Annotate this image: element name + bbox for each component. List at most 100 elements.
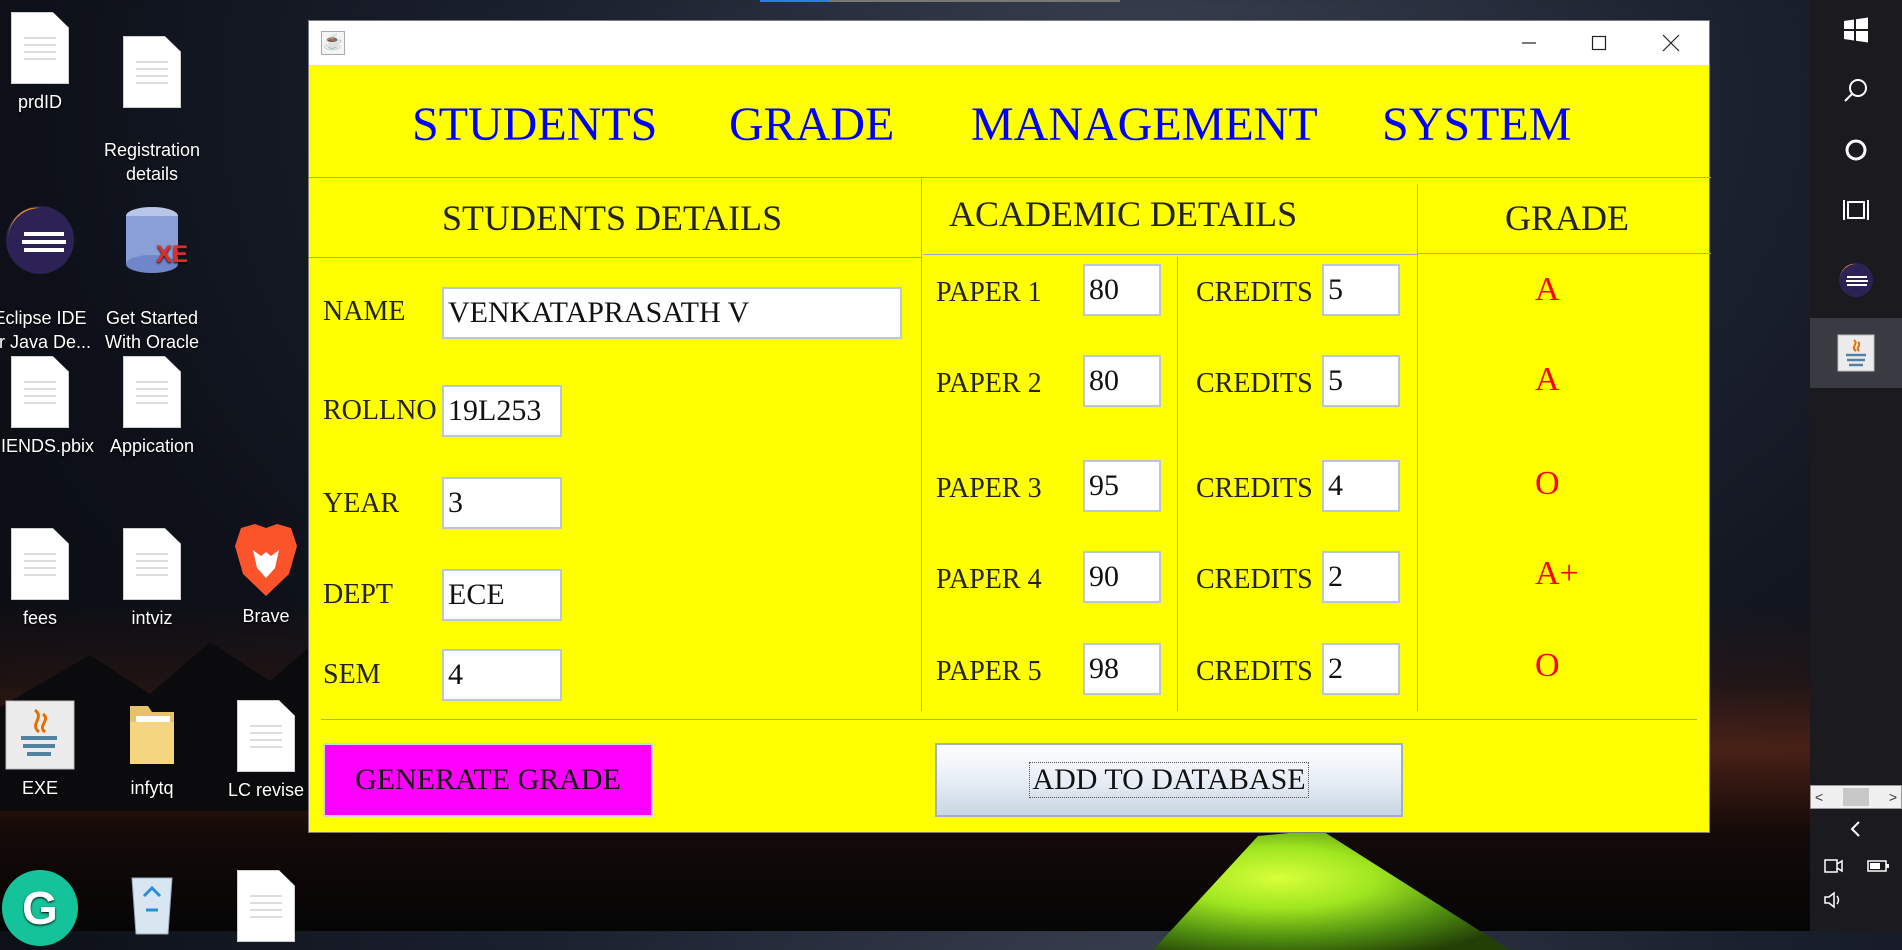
java-icon[interactable] (1810, 318, 1902, 388)
database-icon: XE (124, 206, 188, 276)
desktop-icon-exe[interactable]: EXE (0, 700, 92, 800)
eclipse-icon[interactable] (1810, 252, 1902, 308)
document-icon (123, 528, 181, 600)
paper-1-mark-field[interactable] (1083, 264, 1161, 316)
desktop-icon-friends[interactable]: RIENDS.pbix (0, 356, 95, 458)
desktop-icon-label: infytq (130, 778, 174, 798)
maximize-button[interactable] (1567, 21, 1631, 65)
paper-2-credits-label: CREDITS (1196, 368, 1313, 399)
paper-4-credits-field[interactable] (1322, 551, 1400, 603)
cortana-icon[interactable] (1810, 122, 1902, 178)
document-icon (237, 700, 295, 772)
search-icon[interactable] (1810, 62, 1902, 118)
svg-text:XE: XE (156, 241, 188, 268)
desktop-icon-infytq[interactable]: infytq (100, 700, 204, 800)
maximize-icon (1591, 35, 1607, 51)
scroll-left-arrow-icon[interactable]: < (1815, 789, 1823, 805)
dept-label: DEPT (323, 579, 393, 610)
paper-1-credits-field[interactable] (1322, 264, 1400, 316)
paper-1-label: PAPER 1 (936, 277, 1042, 308)
grammarly-icon: G (2, 868, 78, 946)
minimize-icon (1522, 42, 1536, 44)
desktop-icon-recycle-bin[interactable] (100, 870, 204, 946)
folder-icon (124, 700, 180, 770)
dept-field[interactable] (442, 569, 562, 621)
document-icon (123, 356, 181, 428)
divider (1417, 184, 1418, 711)
divider (1177, 257, 1178, 711)
desktop-icon-lc-revise[interactable]: LC revise (214, 700, 318, 802)
divider (309, 257, 921, 258)
paper-2-label: PAPER 2 (936, 368, 1042, 399)
scroll-thumb[interactable] (1843, 788, 1869, 806)
svg-text:G: G (22, 882, 58, 934)
document-icon (123, 36, 181, 108)
desktop-icon-brave[interactable]: Brave (214, 524, 318, 628)
paper-3-credits-field[interactable] (1322, 460, 1400, 512)
paper-5-credits-label: CREDITS (1196, 656, 1313, 687)
brave-lion-icon (235, 524, 297, 598)
windows-logo-icon[interactable] (1810, 2, 1902, 58)
students-details-title: STUDENTS DETAILS (442, 198, 783, 238)
java-icon (5, 700, 75, 770)
paper-5-mark-field[interactable] (1083, 643, 1161, 695)
rollno-field[interactable] (442, 385, 562, 437)
paper-1-grade: A (1535, 271, 1560, 308)
minimize-button[interactable] (1497, 21, 1561, 65)
title-bar[interactable]: ☕ (309, 21, 1709, 65)
desktop-icon-label: RIENDS.pbix (0, 436, 95, 456)
desktop-icon-label: Registration details (103, 140, 201, 184)
paper-2-credits-field[interactable] (1322, 355, 1400, 407)
rollno-label: ROLLNO (323, 395, 437, 426)
top-progress-strip (760, 0, 1120, 2)
document-icon (11, 12, 69, 84)
header-word-system: SYSTEM (1382, 98, 1572, 151)
paper-4-label: PAPER 4 (936, 564, 1042, 595)
grade-title: GRADE (1505, 198, 1629, 238)
task-view-icon[interactable] (1810, 182, 1902, 238)
desktop-icon-label: LC revise (227, 780, 305, 800)
paper-4-mark-field[interactable] (1083, 551, 1161, 603)
divider (321, 719, 1697, 720)
desktop-icon-label: EXE (21, 778, 59, 798)
desktop-icon-doc[interactable] (214, 870, 318, 948)
horizontal-scrollbar[interactable]: < > (1810, 785, 1902, 809)
paper-3-label: PAPER 3 (936, 473, 1042, 504)
document-icon (11, 528, 69, 600)
paper-5-grade: O (1535, 647, 1560, 684)
desktop-icon-label: intviz (131, 608, 173, 628)
paper-3-mark-field[interactable] (1083, 460, 1161, 512)
scroll-right-arrow-icon[interactable]: > (1889, 789, 1897, 805)
desktop-icon-registration[interactable]: Registration details (100, 12, 204, 210)
divider (921, 178, 922, 711)
header-word-students: STUDENTS (412, 98, 658, 151)
volume-icon[interactable] (1810, 876, 1856, 924)
paper-2-grade: A (1535, 361, 1560, 398)
close-button[interactable] (1639, 21, 1703, 65)
desktop-icon-fees[interactable]: fees (0, 528, 92, 630)
desktop-icon-appication[interactable]: Appication (100, 356, 204, 458)
academic-details-title: ACADEMIC DETAILS (949, 194, 1298, 234)
desktop-icon-prdid[interactable]: prdID (0, 12, 92, 114)
close-icon (1662, 34, 1680, 52)
generate-grade-button[interactable]: GENERATE GRADE (323, 743, 653, 817)
divider (923, 254, 1417, 255)
battery-icon[interactable] (1856, 842, 1902, 890)
desktop-icon-label: Appication (109, 436, 195, 456)
year-field[interactable] (442, 477, 562, 529)
sem-label: SEM (323, 659, 381, 690)
desktop-icon-eclipse[interactable]: Eclipse IDE or Java De... (0, 182, 92, 378)
name-field[interactable] (442, 287, 902, 339)
header-word-grade: GRADE (729, 98, 895, 151)
name-label: NAME (323, 296, 406, 327)
paper-5-credits-field[interactable] (1322, 643, 1400, 695)
desktop-icon-intviz[interactable]: intviz (100, 528, 204, 630)
paper-2-mark-field[interactable] (1083, 355, 1161, 407)
year-label: YEAR (323, 488, 400, 519)
add-to-database-button[interactable]: ADD TO DATABASE (935, 743, 1403, 817)
sem-field[interactable] (442, 649, 562, 701)
desktop-icon-grammarly[interactable]: G (0, 868, 92, 946)
desktop-icon-label: fees (22, 608, 58, 628)
desktop-icon-label: Brave (242, 606, 290, 626)
add-to-database-label: ADD TO DATABASE (1029, 762, 1309, 798)
